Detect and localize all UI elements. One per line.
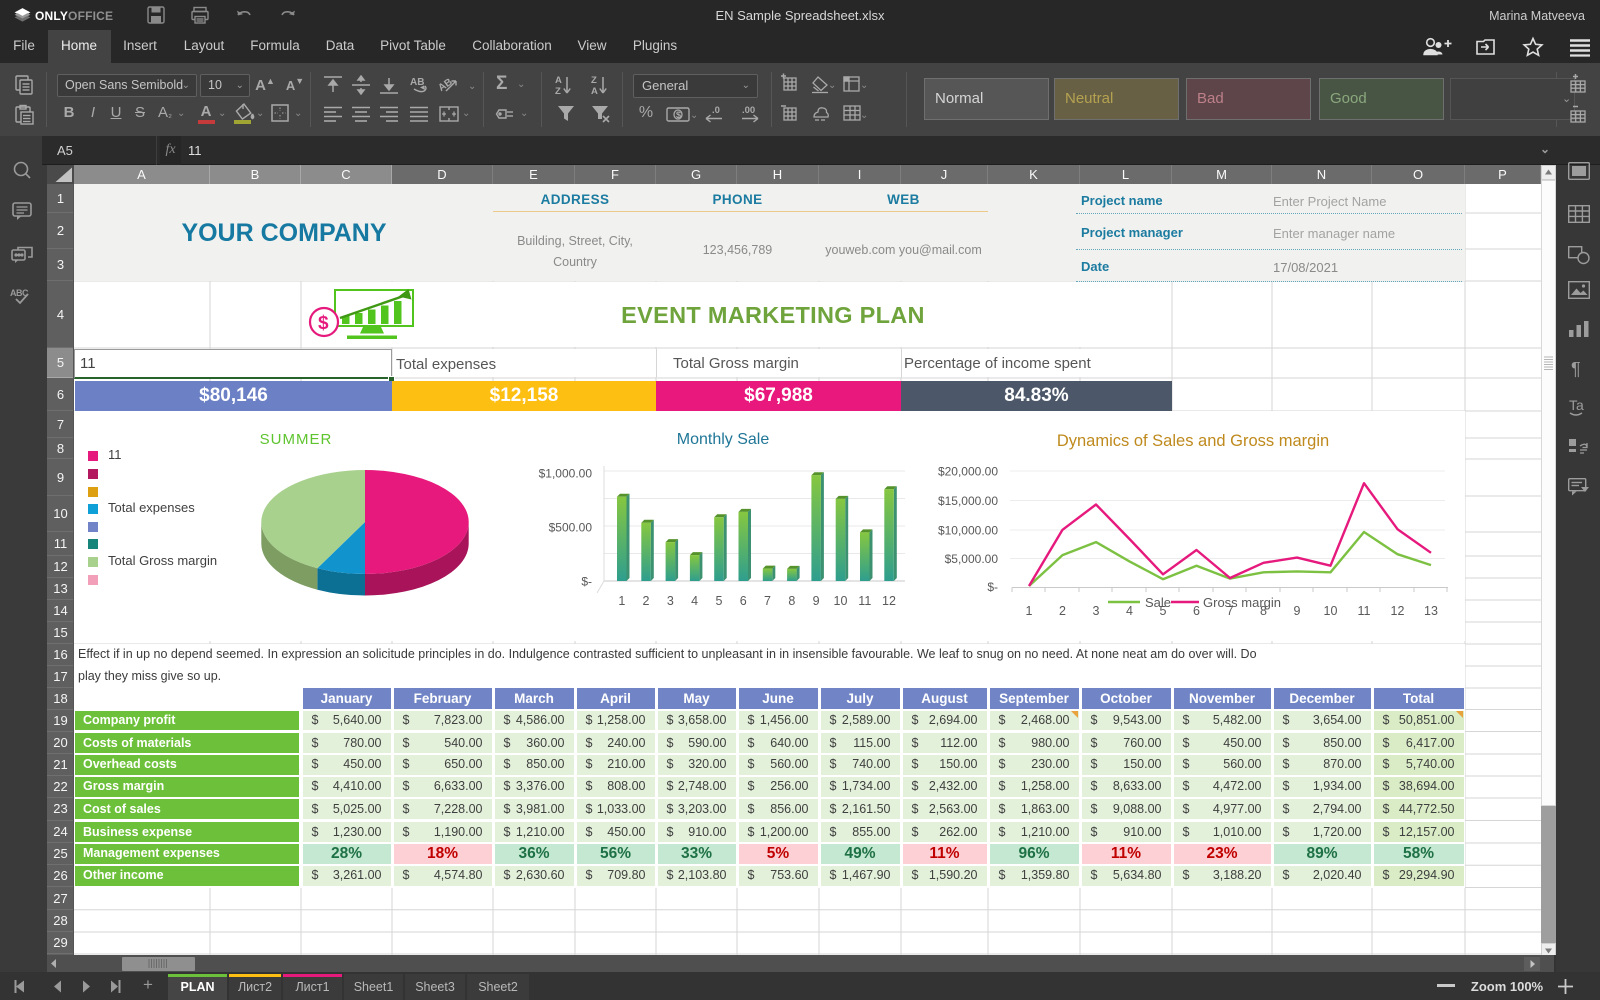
svg-text:⌄: ⌄: [828, 80, 836, 91]
svg-text:4: 4: [1126, 604, 1133, 618]
svg-text:Ta: Ta: [1569, 397, 1584, 413]
svg-text:12: 12: [1391, 604, 1405, 618]
svg-text:$10,000.00: $10,000.00: [938, 524, 998, 538]
svg-text:1: 1: [1026, 604, 1033, 618]
svg-text:$20,000.00: $20,000.00: [938, 465, 998, 479]
svg-text:.0: .0: [712, 105, 720, 116]
svg-text:11: 11: [858, 594, 871, 608]
svg-text:AB: AB: [410, 77, 424, 88]
svg-text:$-: $-: [581, 575, 592, 589]
svg-text:9: 9: [813, 594, 820, 608]
svg-text:5: 5: [716, 594, 723, 608]
svg-text:10: 10: [1324, 604, 1338, 618]
svg-text:3: 3: [667, 594, 674, 608]
svg-text:11: 11: [1358, 604, 1371, 618]
svg-text:2: 2: [643, 594, 650, 608]
svg-text:1: 1: [618, 594, 625, 608]
svg-text:$1,000.00: $1,000.00: [539, 467, 593, 481]
svg-text:3: 3: [1093, 604, 1100, 618]
svg-text:$500.00: $500.00: [549, 521, 593, 535]
svg-text:$15,000.00: $15,000.00: [938, 494, 998, 508]
svg-text:12: 12: [882, 594, 896, 608]
svg-text:13: 13: [1424, 604, 1438, 618]
svg-text:Z: Z: [555, 86, 561, 97]
svg-text:6: 6: [740, 594, 747, 608]
svg-text:4: 4: [691, 594, 698, 608]
svg-text:⌄: ⌄: [690, 110, 696, 121]
svg-text:8: 8: [788, 594, 795, 608]
svg-text:$-: $-: [987, 580, 998, 594]
svg-text:Gross margin: Gross margin: [1203, 595, 1281, 610]
svg-text:⌄: ⌄: [468, 81, 476, 92]
svg-text:¶: ¶: [1571, 359, 1581, 379]
svg-text:2: 2: [1059, 604, 1066, 618]
svg-text:7: 7: [764, 594, 771, 608]
svg-text:⌄: ⌄: [860, 110, 868, 121]
svg-text:⌄: ⌄: [860, 80, 868, 91]
svg-text:6: 6: [1193, 604, 1200, 618]
svg-text:9: 9: [1294, 604, 1301, 618]
svg-text:.00: .00: [742, 105, 755, 116]
svg-text:$5,000.00: $5,000.00: [945, 552, 999, 566]
svg-text:Z: Z: [591, 75, 597, 86]
svg-text:Sale: Sale: [1145, 595, 1171, 610]
svg-text:$: $: [318, 313, 329, 334]
svg-text:10: 10: [834, 594, 848, 608]
svg-text:A: A: [591, 86, 598, 97]
svg-text:A: A: [555, 75, 562, 86]
svg-text:$: $: [676, 110, 681, 120]
